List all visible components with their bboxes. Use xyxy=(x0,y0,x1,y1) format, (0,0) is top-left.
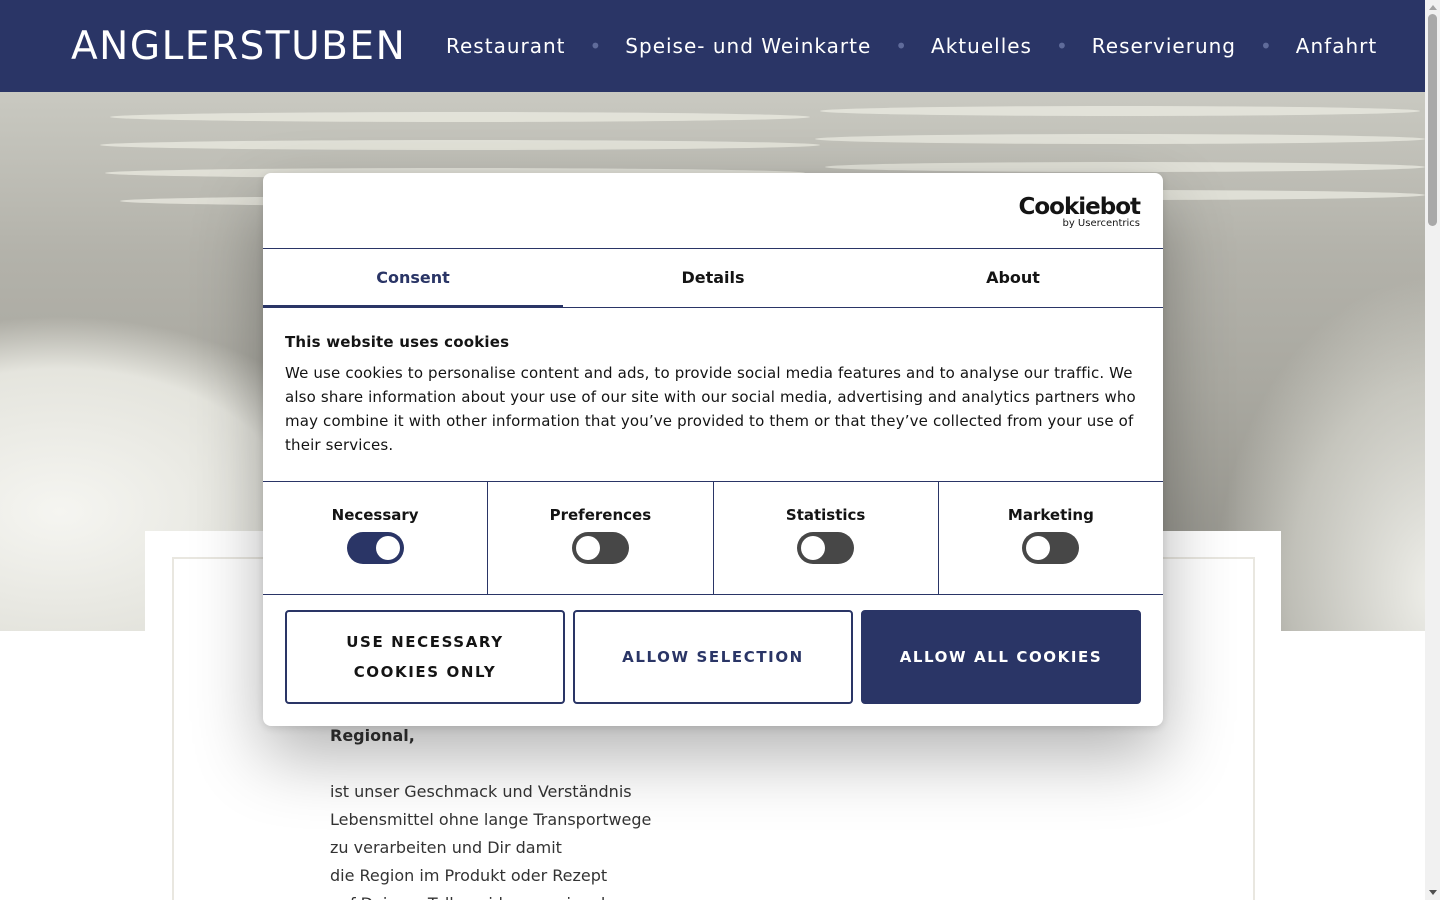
cookiebot-logo-name: Cookiebot xyxy=(1018,194,1141,220)
nav-anfahrt[interactable]: Anfahrt xyxy=(1296,34,1377,58)
plate-rim xyxy=(815,134,1425,144)
dialog-header: Cookiebot by Usercentrics xyxy=(263,173,1163,249)
toggle-label: Marketing xyxy=(1007,506,1094,524)
consent-body: This website uses cookies We use cookies… xyxy=(285,333,1141,457)
nav-separator: • xyxy=(895,34,908,58)
preferences-switch[interactable] xyxy=(571,532,629,564)
intro-line: auf Deinem Teller wider zu spiegeln. xyxy=(330,890,651,900)
plate-rim xyxy=(825,162,1425,172)
statistics-switch[interactable] xyxy=(797,532,855,564)
cookie-consent-dialog: Cookiebot by Usercentrics Consent Detail… xyxy=(263,173,1163,726)
site-header: ANGLERSTUBEN Restaurant • Speise- und We… xyxy=(0,0,1425,92)
consent-buttons: USE NECESSARY COOKIES ONLY ALLOW SELECTI… xyxy=(285,610,1141,704)
nav-aktuelles[interactable]: Aktuelles xyxy=(931,34,1032,58)
site-logo[interactable]: ANGLERSTUBEN xyxy=(71,24,406,69)
toggle-statistics: Statistics xyxy=(714,482,939,594)
consent-description: We use cookies to personalise content an… xyxy=(285,364,1136,454)
intro-line: die Region im Produkt oder Rezept xyxy=(330,866,608,885)
nav-separator: • xyxy=(1055,34,1068,58)
nav-speise-weinkarte[interactable]: Speise- und Weinkarte xyxy=(625,34,871,58)
nav-restaurant[interactable]: Restaurant xyxy=(446,34,566,58)
nav-reservierung[interactable]: Reservierung xyxy=(1092,34,1236,58)
marketing-switch[interactable] xyxy=(1022,532,1080,564)
toggle-preferences: Preferences xyxy=(488,482,714,594)
scroll-down-arrow-icon[interactable] xyxy=(1429,890,1437,895)
plate-rim xyxy=(820,106,1420,116)
nav-separator: • xyxy=(589,34,602,58)
tab-details[interactable]: Details xyxy=(563,250,863,307)
cookie-category-toggles: Necessary Preferences Statistics Marketi… xyxy=(263,481,1163,595)
intro-line: ist unser Geschmack und Verständnis xyxy=(330,782,632,801)
toggle-label: Necessary xyxy=(331,506,419,524)
toggle-label: Preferences xyxy=(549,506,652,524)
toggle-label: Statistics xyxy=(785,506,866,524)
intro-text: Regional, ist unser Geschmack und Verstä… xyxy=(330,722,651,900)
tab-consent[interactable]: Consent xyxy=(263,250,563,308)
allow-all-cookies-button[interactable]: ALLOW ALL COOKIES xyxy=(861,610,1141,704)
allow-selection-button[interactable]: ALLOW SELECTION xyxy=(573,610,853,704)
plate-rim xyxy=(100,140,820,150)
intro-heading: Regional, xyxy=(330,726,415,745)
scroll-thumb[interactable] xyxy=(1428,14,1437,226)
dialog-tabs: Consent Details About xyxy=(263,250,1163,308)
plate-rim xyxy=(110,112,810,122)
intro-line: Lebensmittel ohne lange Transportwege xyxy=(330,810,652,829)
cookiebot-logo: Cookiebot by Usercentrics xyxy=(1018,194,1141,229)
intro-line: zu verarbeiten und Dir damit xyxy=(330,838,562,857)
consent-title: This website uses cookies xyxy=(285,333,510,351)
toggle-necessary: Necessary xyxy=(263,482,489,594)
main-nav: Restaurant • Speise- und Weinkarte • Akt… xyxy=(446,34,1377,58)
nav-separator: • xyxy=(1260,34,1272,58)
tab-about[interactable]: About xyxy=(863,250,1163,307)
scroll-up-arrow-icon[interactable] xyxy=(1429,5,1437,10)
necessary-switch[interactable] xyxy=(346,532,404,564)
page-scrollbar[interactable] xyxy=(1425,0,1440,900)
use-necessary-cookies-button[interactable]: USE NECESSARY COOKIES ONLY xyxy=(285,610,565,704)
toggle-marketing: Marketing xyxy=(939,482,1163,594)
